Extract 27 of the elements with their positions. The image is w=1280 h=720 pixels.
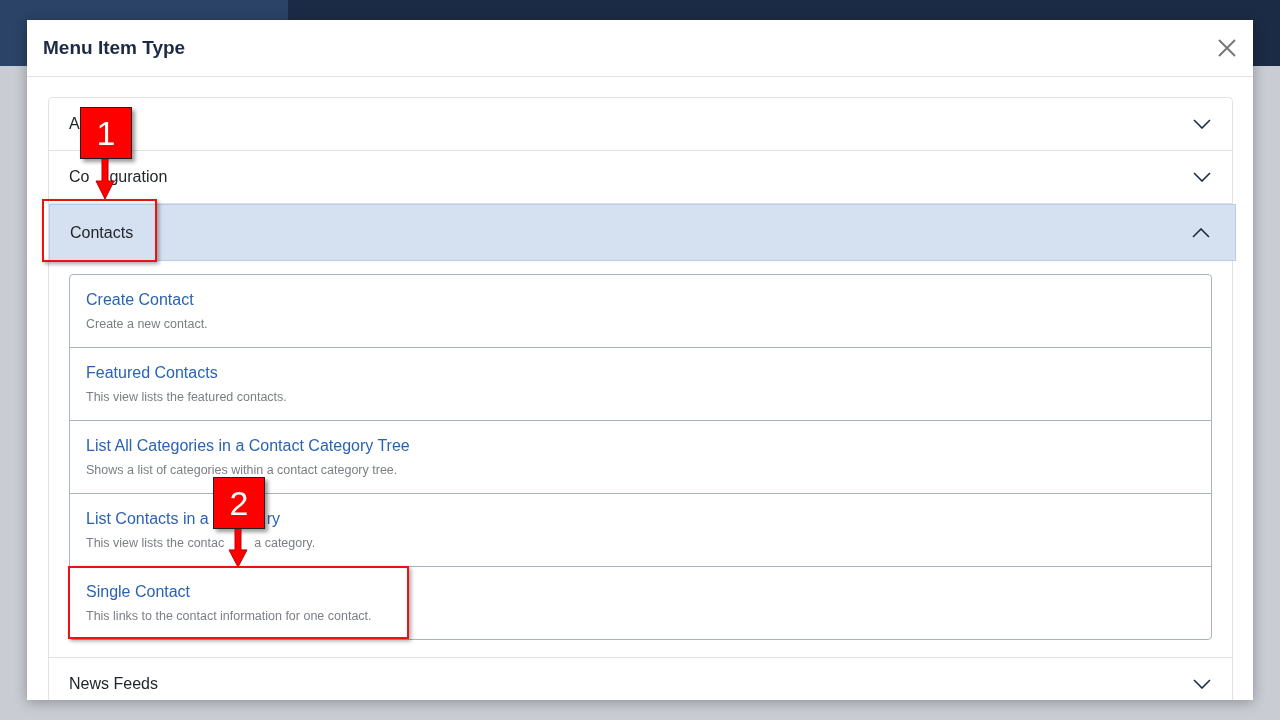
section-label[interactable]: News Feeds [69, 675, 158, 693]
option-link[interactable]: Single Contact [86, 583, 191, 601]
option-description: This view lists the contac [86, 536, 225, 550]
section-label[interactable]: Co [69, 168, 90, 186]
accordion-header[interactable]: Contacts [49, 204, 1236, 261]
section-label[interactable]: Contacts [70, 223, 134, 242]
option-description: This links to the contact information for one contact. [86, 609, 372, 623]
option-link[interactable]: Create Contact [86, 291, 194, 309]
section-label[interactable]: guration [109, 168, 168, 186]
close-icon[interactable] [1217, 38, 1237, 58]
option-link[interactable]: List All Categories in a Contact Category Tree [86, 437, 410, 455]
option-description: Create a new contact. [86, 317, 208, 331]
option-link[interactable]: ry [266, 510, 281, 528]
chevron-icon[interactable] [1193, 119, 1211, 129]
callout-marker: 1 [80, 107, 132, 159]
chevron-icon[interactable] [1193, 679, 1211, 689]
option-description: This view lists the featured contacts. [86, 390, 287, 404]
option-description: Shows a list of categories within a contact category tree. [86, 463, 398, 477]
callout-marker: 2 [213, 477, 265, 529]
option-description: a category. [254, 536, 316, 550]
option-link[interactable]: Featured Contacts [86, 364, 218, 382]
option-link[interactable]: List Contacts in a [86, 510, 209, 528]
chevron-icon[interactable] [1193, 172, 1211, 182]
arrow-icon [228, 529, 248, 567]
chevron-icon[interactable] [1192, 227, 1210, 238]
section-label[interactable]: A [69, 115, 80, 133]
dialog-title: Menu Item Type [43, 37, 186, 59]
